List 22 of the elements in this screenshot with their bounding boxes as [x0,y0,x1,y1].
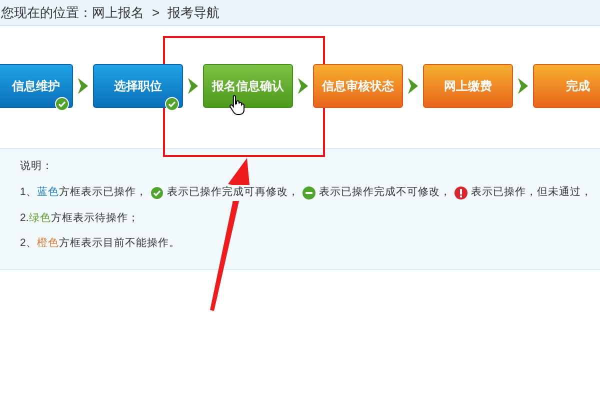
step-button[interactable]: 完成 [533,64,600,108]
notes-title: 说明： [20,159,54,174]
check-icon [150,186,164,200]
step-arrow-icon [408,78,418,94]
color-keyword: 橙色 [36,236,59,252]
step-button[interactable]: 信息审核状态 [313,64,403,108]
step-arrow-icon [298,78,308,94]
breadcrumb-label: 您现在的位置：网上报名 [1,4,144,22]
step-arrow-icon [188,78,198,94]
hand-cursor-icon [229,94,247,116]
step-button[interactable]: 选择职位 [93,64,183,108]
step-arrow-icon [518,78,528,94]
step-button[interactable]: 信息维护 [0,64,73,108]
minus-icon [302,186,316,200]
error-icon [454,186,468,200]
color-keyword: 绿色 [28,210,51,226]
breadcrumb-separator: > [152,4,160,22]
breadcrumb-current: 报考导航 [168,4,220,22]
step-button[interactable]: 报名信息确认 [203,64,293,108]
step-arrow-icon [78,78,88,94]
color-keyword: 蓝色 [36,184,59,200]
step-button[interactable]: 网上缴费 [423,64,513,108]
